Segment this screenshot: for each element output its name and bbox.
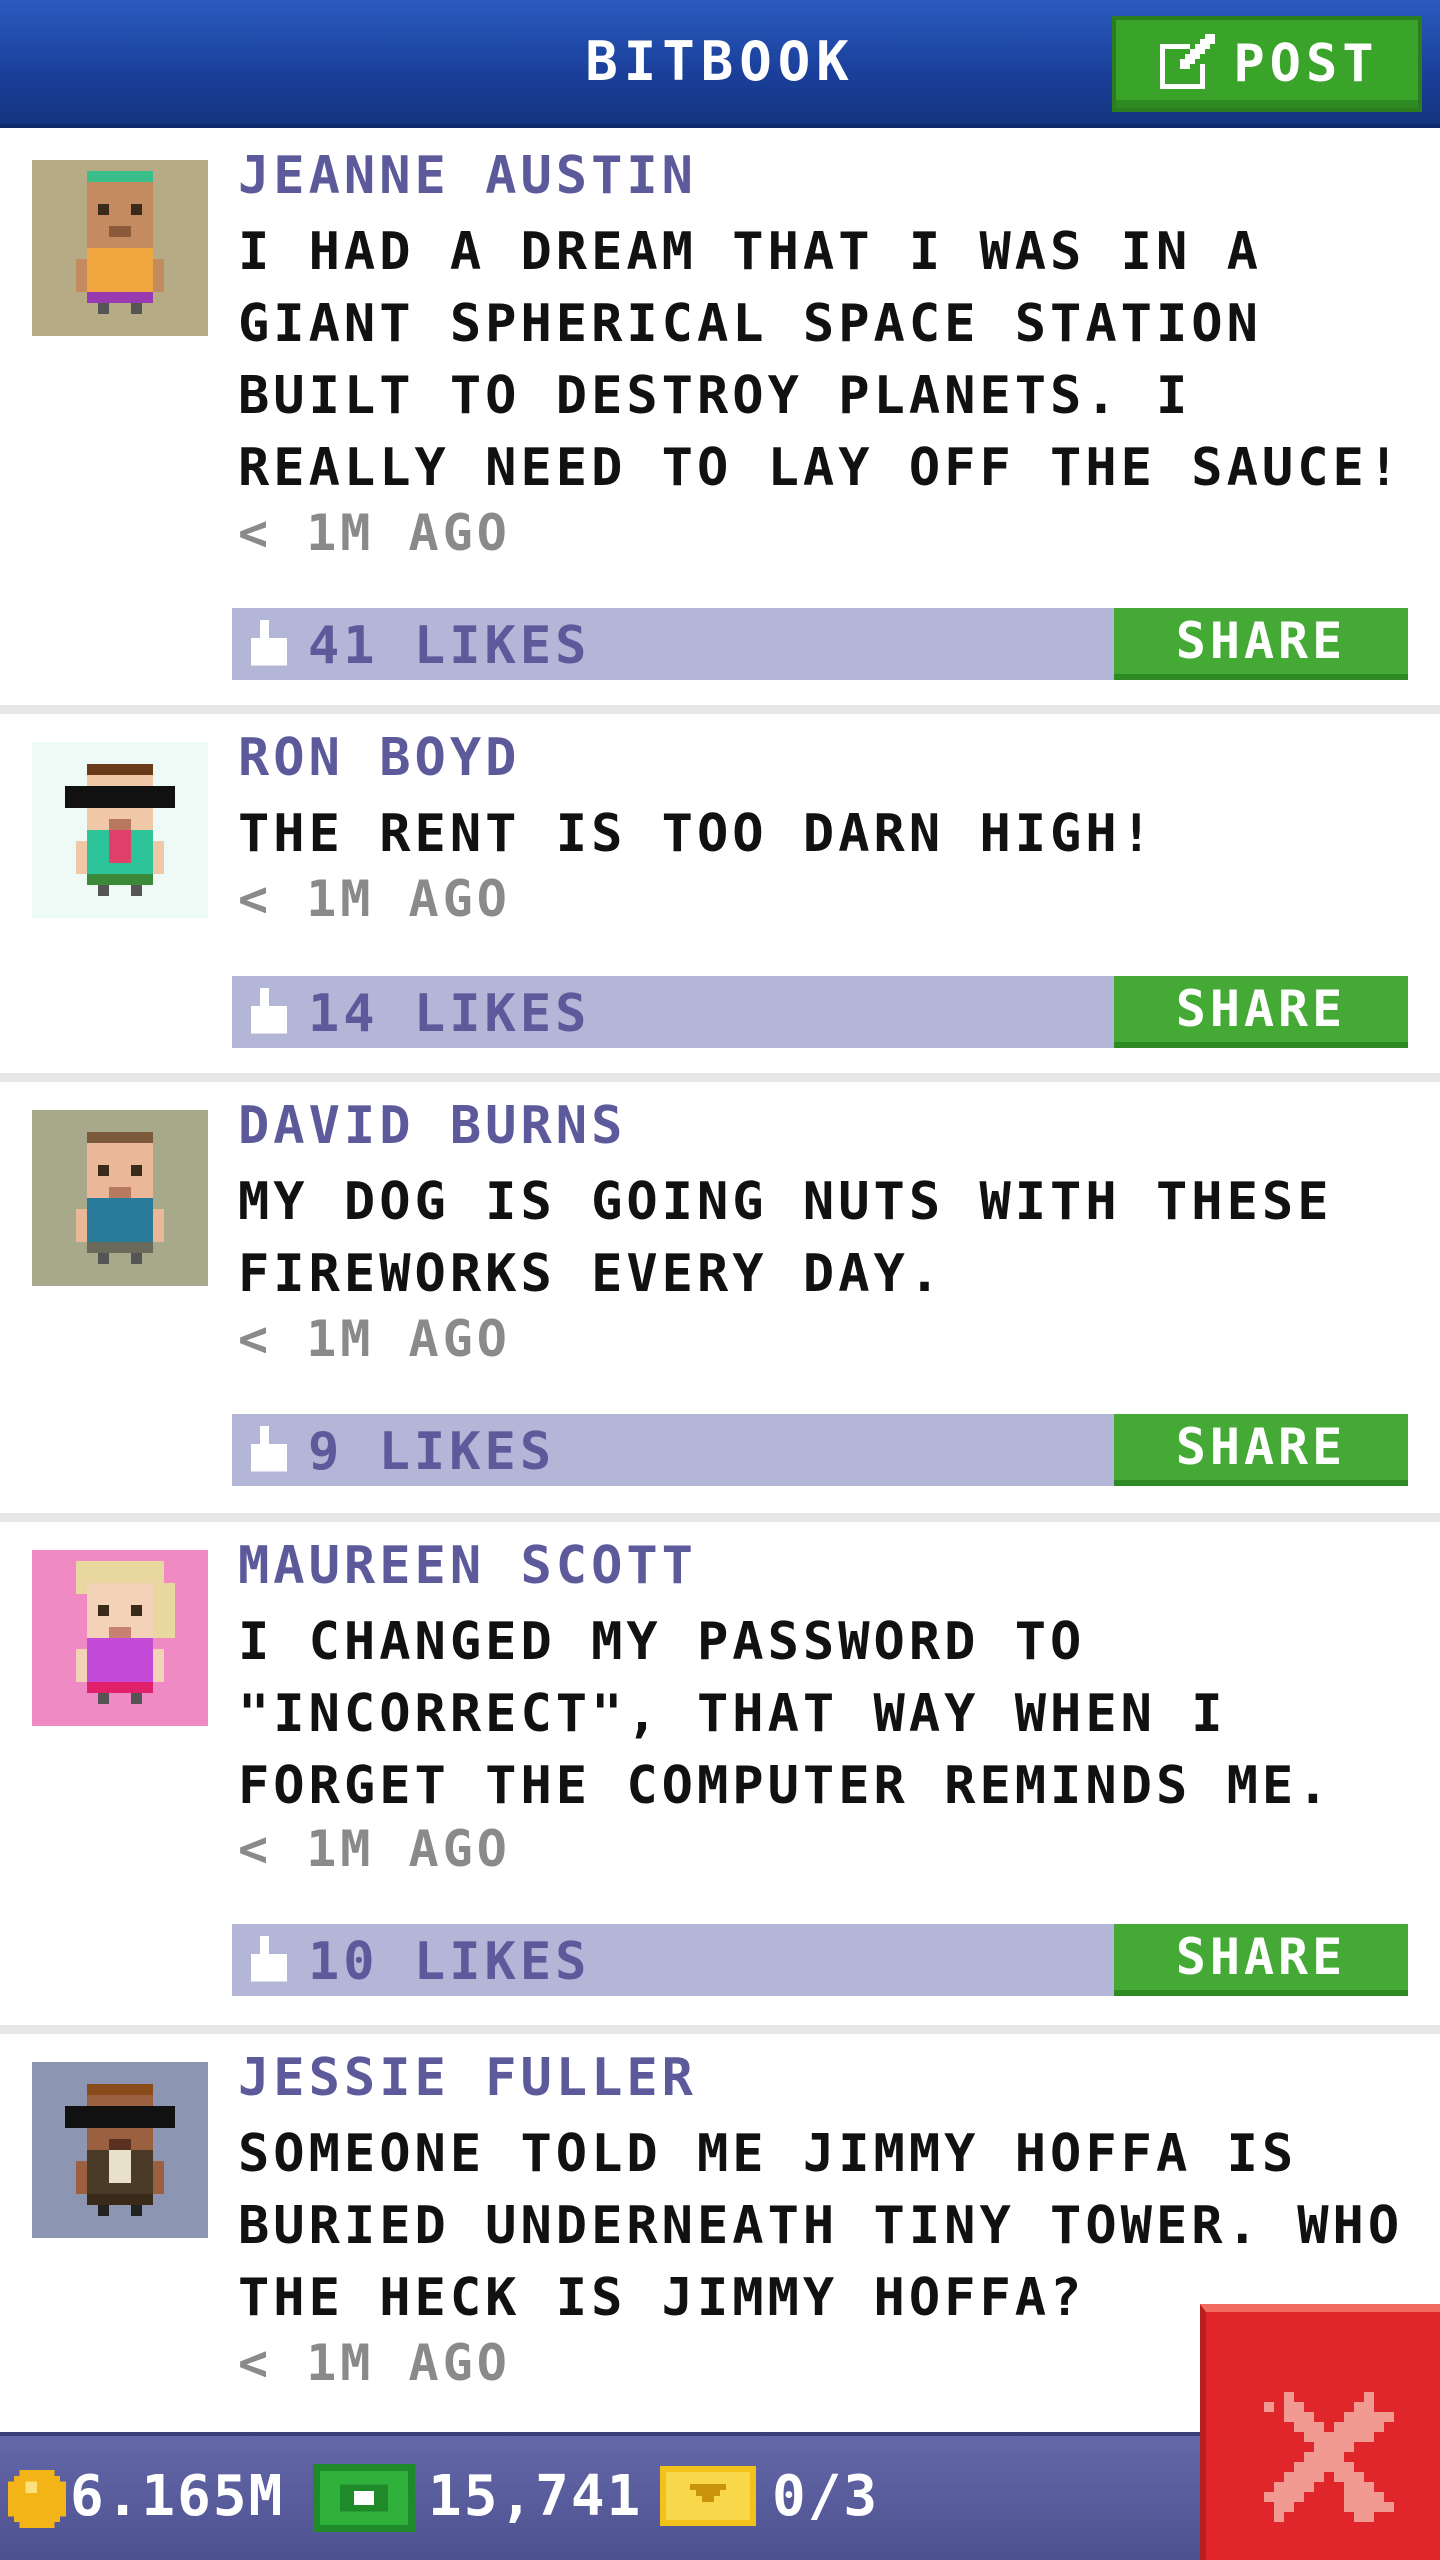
- tickets-count: 0/3: [772, 2464, 880, 2529]
- post-time: < 1M AGO: [238, 1310, 511, 1368]
- likes-bar: 10 LIKES SHARE: [232, 1924, 1408, 1996]
- likes-count: 9 LIKES: [308, 1422, 556, 1482]
- likes-count: 10 LIKES: [308, 1932, 591, 1992]
- post-time: < 1M AGO: [238, 2334, 511, 2392]
- avatar[interactable]: [32, 1550, 208, 1726]
- post-message: I CHANGED MY PASSWORD TO "INCORRECT", TH…: [238, 1612, 1333, 1816]
- post-message: THE RENT IS TOO DARN HIGH!: [238, 804, 1156, 864]
- post-message: MY DOG IS GOING NUTS WITH THESE FIREWORK…: [238, 1172, 1333, 1304]
- person-icon: [65, 764, 175, 896]
- likes-bar: 9 LIKES SHARE: [232, 1414, 1408, 1486]
- likes-count: 41 LIKES: [308, 616, 591, 676]
- post-author[interactable]: JESSIE FULLER: [238, 2048, 697, 2108]
- feed-post: DAVID BURNS MY DOG IS GOING NUTS WITH TH…: [0, 1082, 1440, 1522]
- share-button[interactable]: SHARE: [1114, 976, 1408, 1048]
- coins-count: 6.165M: [70, 2464, 285, 2529]
- feed-post: MAUREEN SCOTT I CHANGED MY PASSWORD TO "…: [0, 1522, 1440, 2034]
- ticket-icon: [660, 2466, 756, 2526]
- post-time: < 1M AGO: [238, 870, 511, 928]
- share-button[interactable]: SHARE: [1114, 608, 1408, 680]
- post-button-label: POST: [1233, 34, 1379, 94]
- post-author[interactable]: RON BOYD: [238, 728, 520, 788]
- close-button[interactable]: [1200, 2304, 1440, 2560]
- likes-bar: 14 LIKES SHARE: [232, 976, 1408, 1048]
- avatar[interactable]: [32, 742, 208, 918]
- feed-post: JEANNE AUSTIN I HAD A DREAM THAT I WAS I…: [0, 132, 1440, 714]
- share-button[interactable]: SHARE: [1114, 1414, 1408, 1486]
- thumbs-up-icon[interactable]: [246, 620, 292, 670]
- post-message: I HAD A DREAM THAT I WAS IN A GIANT SPHE…: [238, 222, 1404, 498]
- share-button[interactable]: SHARE: [1114, 1924, 1408, 1996]
- compose-icon: [1160, 34, 1216, 89]
- person-icon: [65, 2084, 175, 2216]
- avatar[interactable]: [32, 160, 208, 336]
- bux-icon: [313, 2464, 415, 2532]
- post-author[interactable]: DAVID BURNS: [238, 1096, 626, 1156]
- person-icon: [76, 1561, 175, 1704]
- coin-icon: [8, 2470, 66, 2528]
- thumbs-up-icon[interactable]: [246, 988, 292, 1038]
- thumbs-up-icon[interactable]: [246, 1426, 292, 1476]
- post-author[interactable]: JEANNE AUSTIN: [238, 146, 697, 206]
- person-icon: [76, 1132, 164, 1264]
- post-time: < 1M AGO: [238, 1820, 511, 1878]
- feed-post: RON BOYD THE RENT IS TOO DARN HIGH! < 1M…: [0, 714, 1440, 1082]
- post-author[interactable]: MAUREEN SCOTT: [238, 1536, 697, 1596]
- likes-count: 14 LIKES: [308, 984, 591, 1044]
- bux-count: 15,741: [428, 2464, 643, 2529]
- likes-bar: 41 LIKES SHARE: [232, 608, 1408, 680]
- thumbs-up-icon[interactable]: [246, 1936, 292, 1986]
- avatar[interactable]: [32, 1110, 208, 1286]
- post-message: SOMEONE TOLD ME JIMMY HOFFA IS BURIED UN…: [238, 2124, 1404, 2328]
- top-bar: BITBOOK POST: [0, 0, 1440, 128]
- person-icon: [76, 171, 164, 314]
- feed: JEANNE AUSTIN I HAD A DREAM THAT I WAS I…: [0, 132, 1440, 2454]
- close-icon: [1264, 2392, 1394, 2522]
- avatar[interactable]: [32, 2062, 208, 2238]
- post-button[interactable]: POST: [1112, 16, 1422, 112]
- post-time: < 1M AGO: [238, 504, 511, 562]
- status-bar: 6.165M 15,741 0/3: [0, 2432, 1200, 2560]
